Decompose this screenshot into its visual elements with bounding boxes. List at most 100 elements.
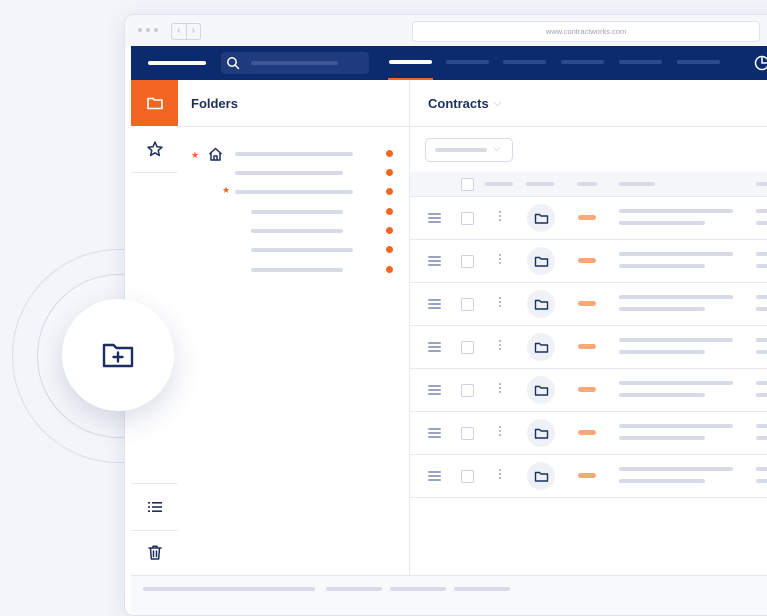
list-icon [147, 500, 163, 514]
nav-tab[interactable] [677, 60, 720, 64]
reports-icon[interactable] [753, 54, 767, 72]
home-icon[interactable] [208, 147, 223, 161]
sidebar-item-folders[interactable] [131, 80, 178, 126]
contract-meta [756, 393, 767, 397]
drag-handle-icon[interactable] [428, 471, 441, 481]
footer-item[interactable] [143, 587, 315, 591]
table-row[interactable] [410, 369, 767, 412]
more-options-icon[interactable] [498, 297, 502, 309]
column-header[interactable] [756, 182, 767, 186]
search-placeholder [251, 61, 338, 65]
contract-name[interactable] [619, 338, 733, 342]
folder-icon[interactable] [527, 419, 555, 447]
more-options-icon[interactable] [498, 254, 502, 266]
footer-item[interactable] [326, 587, 382, 591]
row-checkbox[interactable] [461, 384, 474, 397]
add-folder-button[interactable] [62, 299, 174, 411]
row-checkbox[interactable] [461, 341, 474, 354]
favorite-star-icon: ★ [191, 151, 199, 160]
row-checkbox[interactable] [461, 427, 474, 440]
drag-handle-icon[interactable] [428, 299, 441, 309]
more-options-icon[interactable] [498, 383, 502, 395]
column-header[interactable] [526, 182, 554, 186]
contract-detail [619, 307, 705, 311]
row-checkbox[interactable] [461, 470, 474, 483]
folder-tree-item[interactable] [251, 229, 343, 233]
nav-tab[interactable] [446, 60, 489, 64]
select-all-checkbox[interactable] [461, 178, 474, 191]
drag-handle-icon[interactable] [428, 385, 441, 395]
drag-handle-icon[interactable] [428, 342, 441, 352]
top-navigation [131, 46, 767, 80]
nav-tab[interactable] [503, 60, 546, 64]
brand-logo[interactable] [148, 61, 206, 65]
contract-name[interactable] [619, 467, 733, 471]
column-header[interactable] [619, 182, 655, 186]
row-checkbox[interactable] [461, 212, 474, 225]
folder-plus-icon [101, 340, 135, 370]
folder-tree-item[interactable] [235, 171, 343, 175]
row-checkbox[interactable] [461, 255, 474, 268]
search-icon [226, 56, 240, 70]
folder-icon [146, 95, 164, 111]
contract-meta [756, 381, 767, 385]
contract-name[interactable] [619, 424, 733, 428]
address-bar[interactable]: www.contractworks.com [412, 21, 760, 42]
row-checkbox[interactable] [461, 298, 474, 311]
table-row[interactable] [410, 197, 767, 240]
contract-name[interactable] [619, 252, 733, 256]
more-options-icon[interactable] [498, 426, 502, 438]
folder-tree-item[interactable] [235, 190, 353, 194]
table-row[interactable] [410, 412, 767, 455]
more-options-icon[interactable] [498, 211, 502, 223]
drag-handle-icon[interactable] [428, 428, 441, 438]
contract-meta [756, 252, 767, 256]
contract-detail [619, 479, 705, 483]
table-row[interactable] [410, 455, 767, 498]
more-options-icon[interactable] [498, 340, 502, 352]
filter-dropdown[interactable]: ⌵ [425, 138, 513, 162]
folder-icon[interactable] [527, 462, 555, 490]
contract-name[interactable] [619, 295, 733, 299]
contract-meta [756, 264, 767, 268]
table-row[interactable] [410, 326, 767, 369]
contracts-header[interactable]: Contracts ⌵ [410, 80, 767, 127]
drag-handle-icon[interactable] [428, 256, 441, 266]
app-window: ‹ › www.contractworks.com [124, 14, 767, 616]
more-options-icon[interactable] [498, 469, 502, 481]
column-header[interactable] [485, 182, 513, 186]
contract-name[interactable] [619, 381, 733, 385]
browser-nav-buttons[interactable]: ‹ › [171, 23, 201, 40]
drag-handle-icon[interactable] [428, 213, 441, 223]
star-icon [146, 140, 164, 158]
nav-tab-active[interactable] [389, 60, 432, 64]
nav-tab[interactable] [561, 60, 604, 64]
sidebar-item-favorites[interactable] [131, 126, 178, 173]
folder-status-dot [386, 188, 393, 195]
contract-meta [756, 467, 767, 471]
window-controls[interactable] [138, 28, 158, 32]
folder-tree-item[interactable] [251, 248, 353, 252]
back-button[interactable]: ‹ [172, 24, 187, 39]
folder-icon[interactable] [527, 204, 555, 232]
table-row[interactable] [410, 240, 767, 283]
column-header[interactable] [577, 182, 597, 186]
footer-item[interactable] [390, 587, 446, 591]
folder-icon[interactable] [527, 247, 555, 275]
sidebar-item-trash[interactable] [131, 529, 178, 576]
contract-name[interactable] [619, 209, 733, 213]
sidebar-item-list[interactable] [131, 483, 178, 531]
search-input[interactable] [221, 52, 369, 74]
footer-item[interactable] [454, 587, 510, 591]
folder-icon[interactable] [527, 333, 555, 361]
folder-icon[interactable] [527, 376, 555, 404]
nav-tab[interactable] [619, 60, 662, 64]
folder-tree-item[interactable] [251, 268, 343, 272]
folder-tree-item[interactable] [251, 210, 343, 214]
table-row[interactable] [410, 283, 767, 326]
status-badge [578, 430, 596, 435]
chevron-down-icon: ⌵ [494, 98, 502, 109]
folder-icon[interactable] [527, 290, 555, 318]
folder-tree-item[interactable] [235, 152, 353, 156]
forward-button[interactable]: › [187, 24, 201, 39]
